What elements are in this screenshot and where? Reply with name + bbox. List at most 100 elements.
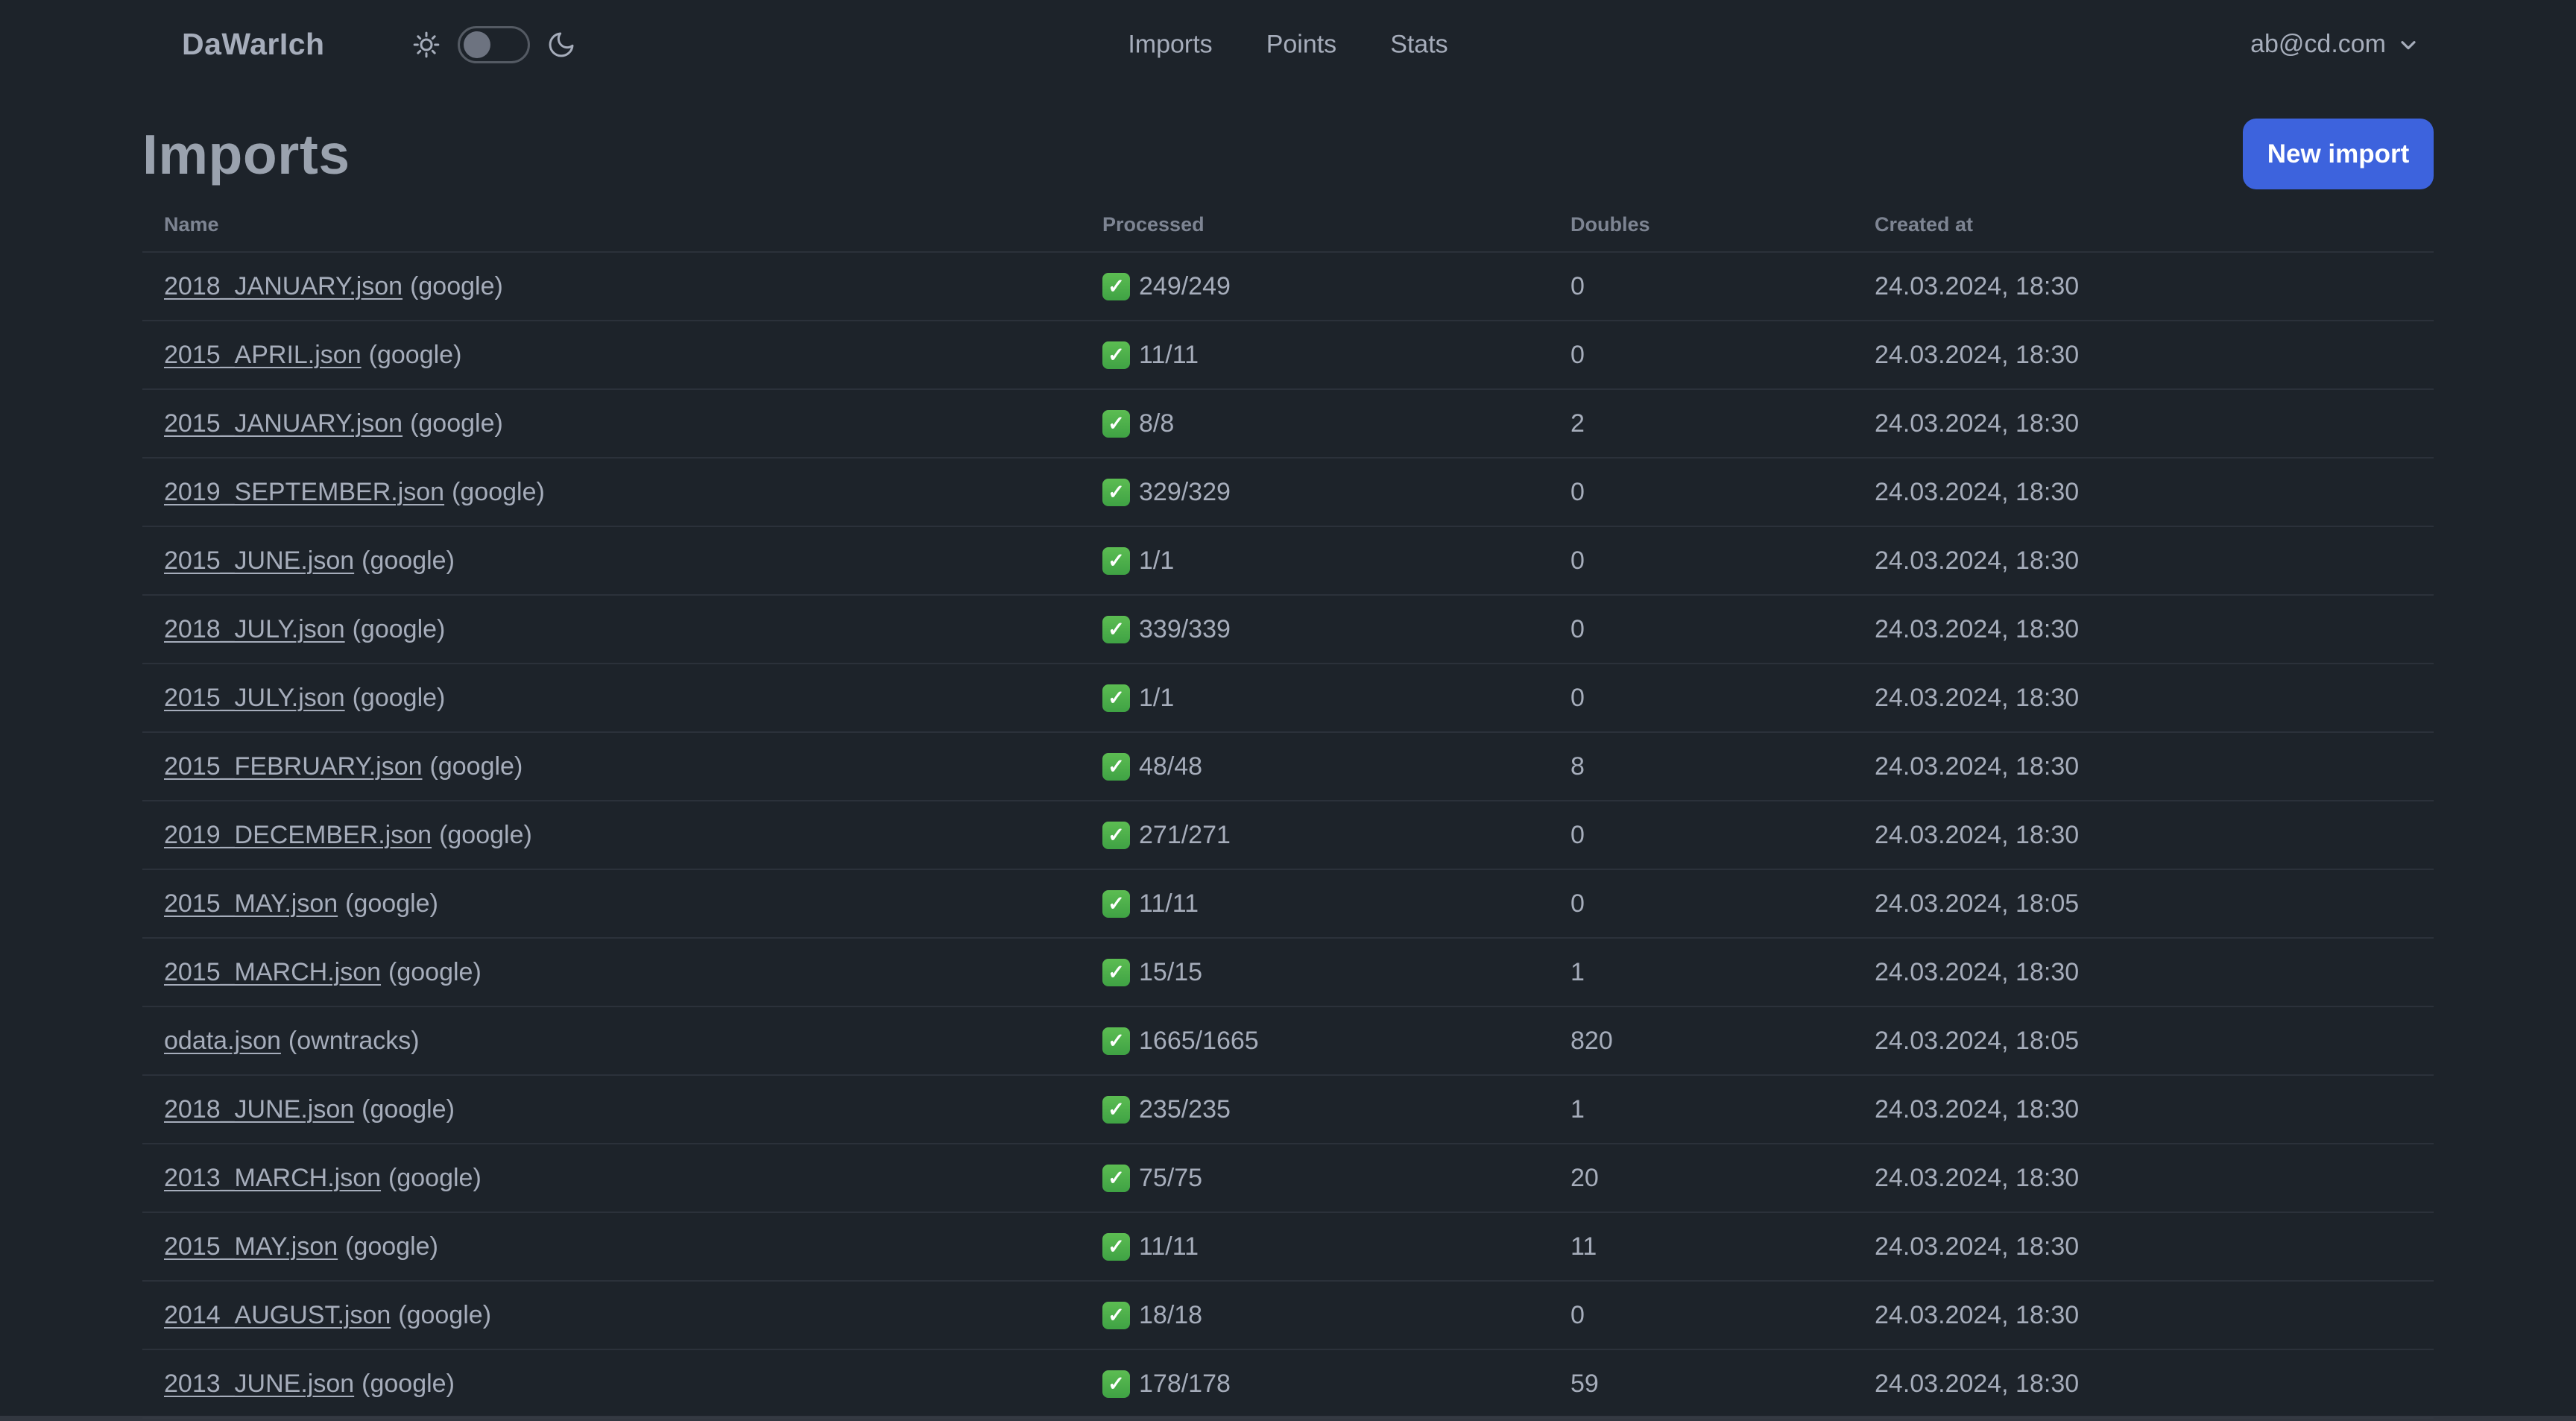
doubles-value: 0 (1570, 889, 1585, 918)
processed-value: 339/339 (1139, 614, 1231, 643)
import-source: (google) (439, 820, 532, 849)
success-check-icon: ✓ (1102, 1027, 1130, 1055)
created-at-value: 24.03.2024, 18:30 (1875, 409, 2080, 438)
processed-value: 48/48 (1139, 752, 1203, 781)
user-menu[interactable]: ab@cd.com (2250, 30, 2420, 59)
processed-value: 11/11 (1139, 1232, 1199, 1261)
name-cell: 2018_JUNE.json (google) (142, 1075, 1081, 1144)
column-header-processed: Processed (1102, 213, 1205, 236)
import-source: (google) (362, 1094, 455, 1124)
processed-cell: ✓ 75/75 (1081, 1144, 1549, 1212)
doubles-value: 820 (1570, 1026, 1613, 1055)
processed-value: 249/249 (1139, 271, 1231, 300)
import-file-link[interactable]: 2013_JUNE.json (164, 1370, 354, 1398)
import-file-link[interactable]: 2018_JULY.json (164, 615, 345, 643)
success-check-icon: ✓ (1102, 752, 1130, 781)
success-check-icon: ✓ (1102, 478, 1130, 506)
created-at-value: 24.03.2024, 18:05 (1875, 889, 2080, 918)
import-file-link[interactable]: 2015_JUNE.json (164, 546, 354, 575)
created-at-value: 24.03.2024, 18:30 (1875, 546, 2080, 575)
import-source: (google) (398, 1300, 492, 1329)
import-file-link[interactable]: 2015_JANUARY.json (164, 409, 402, 438)
name-cell: 2015_MAY.json (google) (142, 869, 1081, 938)
import-file-link[interactable]: 2014_AUGUST.json (164, 1301, 391, 1329)
column-header-created-at: Created at (1875, 213, 1974, 236)
success-check-icon: ✓ (1102, 1095, 1130, 1124)
processed-cell: ✓ 1665/1665 (1081, 1006, 1549, 1075)
success-check-icon: ✓ (1102, 409, 1130, 438)
processed-value: 271/271 (1139, 820, 1231, 849)
import-source: (owntracks) (288, 1026, 420, 1055)
import-file-link[interactable]: 2015_FEBRUARY.json (164, 752, 423, 781)
window-bottom-edge (0, 1416, 2576, 1421)
nav-link-points[interactable]: Points (1266, 30, 1337, 59)
nav-link-stats[interactable]: Stats (1390, 30, 1448, 59)
import-source: (google) (362, 1369, 455, 1398)
table-row: odata.json (owntracks) ✓ 1665/1665 820 24… (142, 1006, 2434, 1075)
created-at-value: 24.03.2024, 18:30 (1875, 752, 2080, 781)
doubles-value: 11 (1570, 1232, 1597, 1261)
page-title: Imports (142, 122, 350, 186)
import-source: (google) (410, 409, 503, 438)
chevron-down-icon (2401, 40, 2416, 49)
name-cell: odata.json (owntracks) (142, 1006, 1081, 1075)
import-file-link[interactable]: 2019_SEPTEMBER.json (164, 478, 444, 506)
created-at-value: 24.03.2024, 18:30 (1875, 271, 2080, 300)
processed-cell: ✓ 11/11 (1081, 321, 1549, 389)
created-at-value: 24.03.2024, 18:30 (1875, 820, 2080, 849)
new-import-button[interactable]: New import (2243, 119, 2434, 189)
table-row: 2019_SEPTEMBER.json (google) ✓ 329/329 0 … (142, 458, 2434, 526)
processed-cell: ✓ 15/15 (1081, 938, 1549, 1006)
table-row: 2019_DECEMBER.json (google) ✓ 271/271 0 2… (142, 801, 2434, 869)
import-file-link[interactable]: 2019_DECEMBER.json (164, 821, 432, 849)
success-check-icon: ✓ (1102, 1232, 1130, 1261)
import-file-link[interactable]: 2018_JUNE.json (164, 1095, 354, 1124)
processed-cell: ✓ 8/8 (1081, 389, 1549, 458)
theme-toggle-knob (463, 31, 490, 58)
table-row: 2015_JUNE.json (google) ✓ 1/1 0 24.03.202… (142, 526, 2434, 595)
import-file-link[interactable]: 2015_JULY.json (164, 684, 345, 712)
table-row: 2015_MARCH.json (google) ✓ 15/15 1 24.03.… (142, 938, 2434, 1006)
processed-cell: ✓ 271/271 (1081, 801, 1549, 869)
import-file-link[interactable]: 2015_APRIL.json (164, 341, 362, 369)
table-row: 2015_MAY.json (google) ✓ 11/11 0 24.03.20… (142, 869, 2434, 938)
table-row: 2013_MARCH.json (google) ✓ 75/75 20 24.03… (142, 1144, 2434, 1212)
navbar: DaWarIch Imports Points Stats ab@cd.com (0, 0, 2576, 89)
processed-value: 235/235 (1139, 1094, 1231, 1124)
success-check-icon: ✓ (1102, 272, 1130, 300)
nav-link-imports[interactable]: Imports (1128, 30, 1212, 59)
table-row: 2018_JANUARY.json (google) ✓ 249/249 0 24… (142, 252, 2434, 321)
import-file-link[interactable]: 2013_MARCH.json (164, 1164, 381, 1192)
table-row: 2018_JULY.json (google) ✓ 339/339 0 24.03… (142, 595, 2434, 664)
doubles-value: 0 (1570, 820, 1585, 849)
created-at-value: 24.03.2024, 18:30 (1875, 1369, 2080, 1398)
import-file-link[interactable]: 2018_JANUARY.json (164, 272, 402, 300)
created-at-value: 24.03.2024, 18:30 (1875, 477, 2080, 506)
success-check-icon: ✓ (1102, 341, 1130, 369)
theme-toggle-switch[interactable] (457, 25, 530, 63)
success-check-icon: ✓ (1102, 1164, 1130, 1192)
page-header: Imports New import (142, 119, 2434, 189)
import-file-link[interactable]: 2015_MAY.json (164, 889, 338, 918)
processed-cell: ✓ 329/329 (1081, 458, 1549, 526)
table-row: 2018_JUNE.json (google) ✓ 235/235 1 24.03… (142, 1075, 2434, 1144)
name-cell: 2018_JANUARY.json (google) (142, 252, 1081, 321)
processed-cell: ✓ 18/18 (1081, 1281, 1549, 1349)
processed-value: 178/178 (1139, 1369, 1231, 1398)
created-at-value: 24.03.2024, 18:30 (1875, 1163, 2080, 1192)
doubles-value: 0 (1570, 477, 1585, 506)
import-file-link[interactable]: 2015_MARCH.json (164, 958, 381, 986)
processed-value: 329/329 (1139, 477, 1231, 506)
theme-toggle (411, 25, 576, 63)
import-file-link[interactable]: 2015_MAY.json (164, 1232, 338, 1261)
main-nav: Imports Points Stats (1128, 30, 1448, 59)
processed-value: 75/75 (1139, 1163, 1203, 1192)
processed-cell: ✓ 1/1 (1081, 664, 1549, 732)
processed-value: 18/18 (1139, 1300, 1203, 1329)
doubles-value: 20 (1570, 1163, 1599, 1192)
success-check-icon: ✓ (1102, 821, 1130, 849)
app-logo[interactable]: DaWarIch (182, 27, 325, 62)
doubles-value: 0 (1570, 683, 1585, 712)
name-cell: 2013_MARCH.json (google) (142, 1144, 1081, 1212)
import-file-link[interactable]: odata.json (164, 1027, 281, 1055)
